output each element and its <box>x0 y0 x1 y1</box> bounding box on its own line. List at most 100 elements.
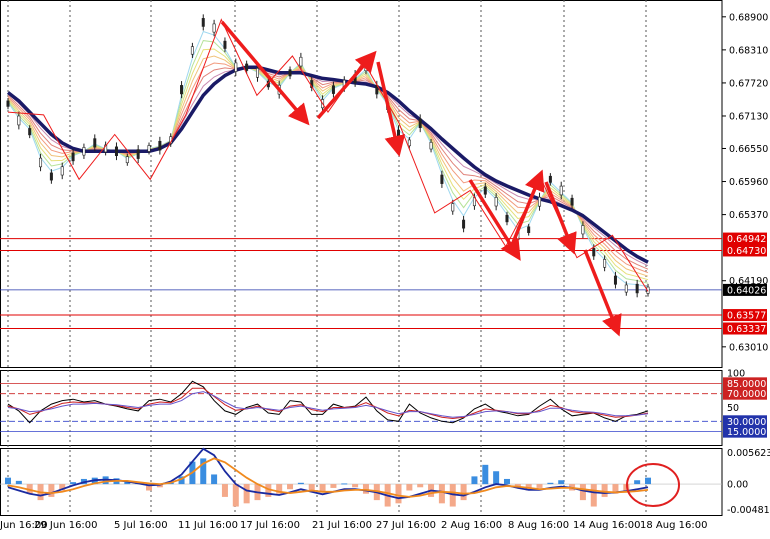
time-axis: Jun 16:0029 Jun 16:00 5 Jul 16:00 11 Jul 1… <box>0 520 707 531</box>
macd-bar <box>319 484 326 492</box>
price-candle-body <box>114 146 118 156</box>
macd-bar <box>482 464 489 485</box>
macd-bar <box>395 484 402 504</box>
price-candle-body <box>559 185 563 196</box>
macd-bar <box>536 484 543 488</box>
macd-bar <box>297 482 304 485</box>
ribbon-line <box>7 55 649 277</box>
price-candle-body <box>158 140 162 151</box>
macd-bar <box>5 477 11 485</box>
highlight-circle <box>626 463 680 507</box>
price-candle-body <box>548 175 552 183</box>
price-candle-body <box>82 147 86 156</box>
price-candle-body <box>592 247 596 257</box>
slow-ma-line <box>6 65 649 264</box>
price-candle-body <box>538 196 542 207</box>
macd-bar <box>503 478 510 485</box>
price-candle-body <box>331 85 335 94</box>
macd-bar <box>15 480 22 485</box>
price-candle-body <box>462 219 466 229</box>
price-candle-body <box>635 283 639 294</box>
macd-bar <box>406 484 413 491</box>
price-panel-frame <box>0 0 723 368</box>
price-candle-body <box>245 63 249 71</box>
price-candle-body <box>125 156 129 164</box>
macd-tick-label: 0.0056233 <box>727 448 770 459</box>
price-candle-body <box>93 138 97 148</box>
macd-bar <box>579 484 586 501</box>
macd-bar <box>330 484 337 488</box>
macd-bar <box>634 480 641 485</box>
macd-bar <box>438 484 445 504</box>
price-candle-body <box>234 62 238 72</box>
price-candle-body <box>28 128 32 136</box>
price-axis: 0.68900 0.68310 0.67720 0.67130 0.66550 0.659… <box>722 12 770 516</box>
y-tick-label: 0.67130 <box>729 111 768 122</box>
price-candle-body <box>201 18 205 27</box>
macd-bar <box>362 484 369 494</box>
y-tick-label: 0.66550 <box>729 144 768 155</box>
x-tick-label: 5 Jul 16:00 <box>114 520 168 531</box>
macd-bar <box>243 484 250 504</box>
price-candle-body <box>581 225 585 235</box>
ribbon-line <box>7 66 649 267</box>
x-tick-label: 14 Aug 16:00 <box>573 520 640 531</box>
y-tick-label: 0.65960 <box>729 177 768 188</box>
macd-bar <box>471 476 478 485</box>
price-candle-body <box>255 68 259 78</box>
chart-window: 0.68900 0.68310 0.67720 0.67130 0.66550 0.659… <box>0 0 770 535</box>
rsi-panel <box>0 380 722 433</box>
y-tick-label: 0.67720 <box>729 78 768 89</box>
price-candle-body <box>603 259 607 268</box>
level-tag-label: 0.63577 <box>727 311 766 322</box>
price-candle-body <box>17 115 21 126</box>
rsi-line <box>7 391 649 418</box>
price-candle-body <box>418 118 422 129</box>
price-candle-body <box>505 214 509 223</box>
x-tick-label: 29 Jun 16:00 <box>34 520 98 531</box>
ma-ribbon <box>7 30 649 288</box>
forex-chart[interactable]: 0.68900 0.68310 0.67720 0.67130 0.66550 0.659… <box>0 0 770 535</box>
x-tick-label: 17 Jul 16:00 <box>240 520 300 531</box>
macd-tick-label: 0.00 <box>727 480 748 491</box>
price-candle-body <box>397 129 401 140</box>
rsi-tick-label: 70.0000 <box>727 389 766 400</box>
y-tick-label: 0.68310 <box>729 45 768 56</box>
price-candle-body <box>440 174 444 184</box>
price-candle-body <box>6 100 10 107</box>
horizontal-levels <box>0 238 722 330</box>
rsi-panel-frame <box>0 370 723 446</box>
price-candle-body <box>494 197 498 207</box>
x-tick-label: 11 Jul 16:00 <box>178 520 238 531</box>
y-tick-label: 0.63010 <box>729 342 768 353</box>
price-candle-body <box>223 40 227 49</box>
macd-bar <box>558 480 565 485</box>
macd-bar <box>352 484 359 488</box>
price-candle-body <box>613 275 617 285</box>
macd-bar <box>70 482 77 485</box>
price-candle-body <box>429 142 433 150</box>
rsi-line <box>7 380 649 424</box>
price-candle-body <box>299 56 303 67</box>
macd-bar <box>341 483 348 485</box>
macd-bar <box>590 484 597 507</box>
rsi-tick-label: 15.0000 <box>727 427 766 438</box>
x-tick-label: 18 Aug 16:00 <box>640 520 707 531</box>
price-series <box>6 14 650 298</box>
macd-bar <box>645 477 651 485</box>
ribbon-line <box>7 40 649 284</box>
macd-bar <box>232 484 239 507</box>
y-tick-label: 0.65370 <box>729 210 768 221</box>
x-tick-label: 2 Aug 16:00 <box>441 520 502 531</box>
price-candle-body <box>451 203 455 212</box>
macd-bar <box>308 484 315 491</box>
level-tag-label: 0.64730 <box>727 246 766 257</box>
macd-bar <box>417 484 424 488</box>
macd-bar <box>493 471 500 485</box>
level-tag-label: 0.64026 <box>727 285 766 296</box>
macd-panel <box>0 447 722 507</box>
price-candle-body <box>39 157 43 168</box>
x-tick-label: 8 Aug 16:00 <box>508 520 569 531</box>
x-tick-label: 21 Jul 16:00 <box>312 520 372 531</box>
macd-bar <box>460 484 467 501</box>
